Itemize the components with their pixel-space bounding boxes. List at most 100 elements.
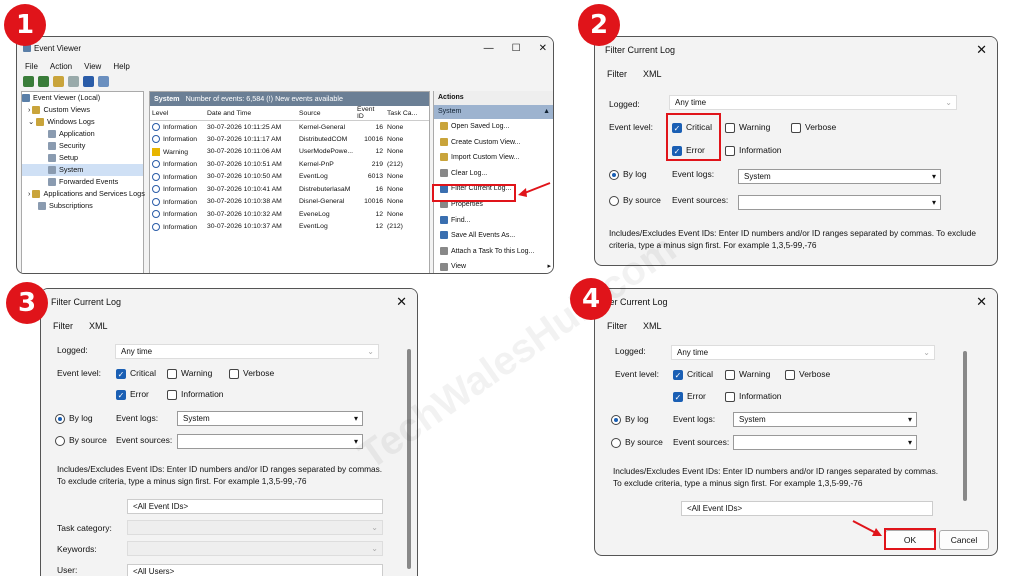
event-ids-input[interactable]: <All Event IDs> <box>681 501 933 516</box>
table-row[interactable]: Information 30-07-2026 10:10:37 AM EventLo… <box>150 221 429 234</box>
tree-item-forwarded-events[interactable]: Forwarded Events <box>22 176 143 188</box>
user-label: User: <box>57 565 78 575</box>
by-source-radio[interactable]: By source <box>609 195 661 206</box>
info-icon <box>152 222 160 231</box>
logged-select[interactable]: Any time ⌄ <box>669 95 957 110</box>
task-category-select[interactable]: ⌄ <box>127 520 383 535</box>
menu-help[interactable]: Help <box>113 62 129 71</box>
tab-filter[interactable]: Filter <box>607 69 627 79</box>
menu-view[interactable]: View <box>84 62 101 71</box>
event-sources-select[interactable]: ▾ <box>738 195 941 210</box>
verbose-checkbox[interactable]: Verbose <box>791 122 836 133</box>
verbose-checkbox[interactable]: Verbose <box>785 369 830 380</box>
keywords-select[interactable]: ⌄ <box>127 541 383 556</box>
grid-icon[interactable] <box>68 75 79 87</box>
by-log-radio[interactable]: By log <box>609 169 647 180</box>
source-cell: DistributedCOM <box>299 135 348 143</box>
table-row[interactable]: Information 30-07-2026 10:10:32 AM EveneLo… <box>150 208 429 221</box>
menu-action[interactable]: Action <box>50 62 72 71</box>
tree-item-windows-logs[interactable]: ⌄ Windows Logs <box>22 116 143 128</box>
col-task-category[interactable]: Task Ca... <box>385 106 429 121</box>
tree-item-application[interactable]: Application <box>22 128 143 140</box>
table-row[interactable]: Warning 30-07-2026 10:11:06 AM UserModePow… <box>150 146 429 159</box>
scrollbar[interactable] <box>407 349 411 569</box>
event-logs-select[interactable]: System ▾ <box>177 411 363 426</box>
tree-item-app-services-logs[interactable]: › Applications and Services Logs <box>22 188 145 200</box>
table-row[interactable]: Information 30-07-2026 10:10:50 AM EventLo… <box>150 171 429 184</box>
table-row[interactable]: Information 30-07-2026 10:10:38 AM Disnel-… <box>150 196 429 209</box>
table-row[interactable]: Information 30-07-2026 10:11:25 AM Kernel-… <box>150 121 429 134</box>
menu-file[interactable]: File <box>25 62 38 71</box>
tab-xml[interactable]: XML <box>643 321 662 331</box>
information-checkbox[interactable]: Information <box>725 391 782 402</box>
warning-checkbox[interactable]: Warning <box>725 122 770 133</box>
verbose-checkbox[interactable]: Verbose <box>229 368 274 379</box>
tree-item-system[interactable]: System <box>22 164 143 176</box>
logged-select[interactable]: Any time ⌄ <box>671 345 935 360</box>
folder-icon <box>36 118 45 127</box>
scrollbar[interactable] <box>963 351 967 501</box>
by-source-radio[interactable]: By source <box>55 435 107 446</box>
table-row[interactable]: Information 30-07-2026 10:10:41 AM Distreb… <box>150 183 429 196</box>
event-logs-select[interactable]: System ▾ <box>738 169 941 184</box>
collapse-icon[interactable]: ▲ <box>543 105 550 119</box>
tree-item-security[interactable]: Security <box>22 140 143 152</box>
event-sources-select[interactable]: ▾ <box>177 434 363 449</box>
by-source-radio[interactable]: By source <box>611 437 663 448</box>
back-icon[interactable] <box>23 75 34 87</box>
event-sources-select[interactable]: ▾ <box>733 435 917 450</box>
folder-icon[interactable] <box>53 75 64 87</box>
warning-checkbox[interactable]: Warning <box>725 369 770 380</box>
close-icon[interactable]: ✕ <box>976 42 987 58</box>
close-icon[interactable]: ✕ <box>396 294 407 310</box>
information-checkbox[interactable]: Information <box>725 145 782 156</box>
help-icon[interactable] <box>83 75 94 87</box>
tree-item-root[interactable]: Event Viewer (Local) <box>22 92 143 104</box>
cancel-button[interactable]: Cancel <box>939 530 989 550</box>
warning-checkbox[interactable]: Warning <box>167 368 212 379</box>
col-level[interactable]: Level <box>150 106 205 121</box>
close-icon[interactable]: ✕ <box>539 43 547 54</box>
critical-checkbox[interactable]: ✓ Critical <box>673 369 713 380</box>
error-checkbox[interactable]: ✓ Error <box>673 391 706 402</box>
tab-xml[interactable]: XML <box>89 321 108 331</box>
by-log-radio[interactable]: By log <box>55 413 93 424</box>
actions-section[interactable]: System ▲ <box>434 105 553 119</box>
filter-dialog-step4: lter Current Log ✕ Filter XML Logged: Any … <box>594 288 998 556</box>
close-icon[interactable]: ✕ <box>976 294 987 310</box>
logged-select[interactable]: Any time ⌄ <box>115 344 379 359</box>
action-open-saved-log[interactable]: Open Saved Log... <box>434 119 553 135</box>
information-checkbox[interactable]: Information <box>167 389 224 400</box>
tab-filter[interactable]: Filter <box>607 321 627 331</box>
level-cell: Information <box>150 196 205 209</box>
tree-item-setup[interactable]: Setup <box>22 152 143 164</box>
tab-xml[interactable]: XML <box>643 69 662 79</box>
critical-checkbox[interactable]: ✓ Critical <box>116 368 156 379</box>
chevron-down-icon: ▾ <box>931 198 936 207</box>
col-date[interactable]: Date and Time <box>205 106 297 121</box>
error-checkbox[interactable]: ✓ Error <box>116 389 149 400</box>
check-icon: ✓ <box>673 369 683 380</box>
action-create-custom-view[interactable]: Create Custom View... <box>434 135 553 151</box>
action-view[interactable]: View ▸ <box>434 259 553 273</box>
by-log-radio[interactable]: By log <box>611 414 649 425</box>
col-event-id[interactable]: Event ID <box>355 106 386 121</box>
pane-icon[interactable] <box>98 75 109 87</box>
table-row[interactable]: Information 30-07-2026 10:10:51 AM Kernel-… <box>150 158 429 171</box>
forward-icon[interactable] <box>38 75 49 87</box>
maximize-icon[interactable]: ☐ <box>512 43 521 54</box>
table-row[interactable]: Information 30-07-2026 10:11:17 AM Distrib… <box>150 133 429 146</box>
col-source[interactable]: Source <box>297 106 356 121</box>
tree-item-subscriptions[interactable]: Subscriptions <box>22 200 143 212</box>
user-input[interactable]: <All Users> <box>127 564 383 576</box>
event-ids-input[interactable]: <All Event IDs> <box>127 499 383 514</box>
action-import-custom-view[interactable]: Import Custom View... <box>434 150 553 166</box>
tree-item-custom-views[interactable]: › Custom Views <box>22 104 143 116</box>
event-logs-select[interactable]: System ▾ <box>733 412 917 427</box>
minimize-icon[interactable]: — <box>484 43 494 54</box>
action-find[interactable]: Find... <box>434 213 553 229</box>
action-attach-a-task-to-this-log[interactable]: Attach a Task To this Log... <box>434 244 553 260</box>
log-icon <box>48 178 56 187</box>
action-save-all-events-as[interactable]: Save All Events As... <box>434 228 553 244</box>
tab-filter[interactable]: Filter <box>53 321 73 331</box>
